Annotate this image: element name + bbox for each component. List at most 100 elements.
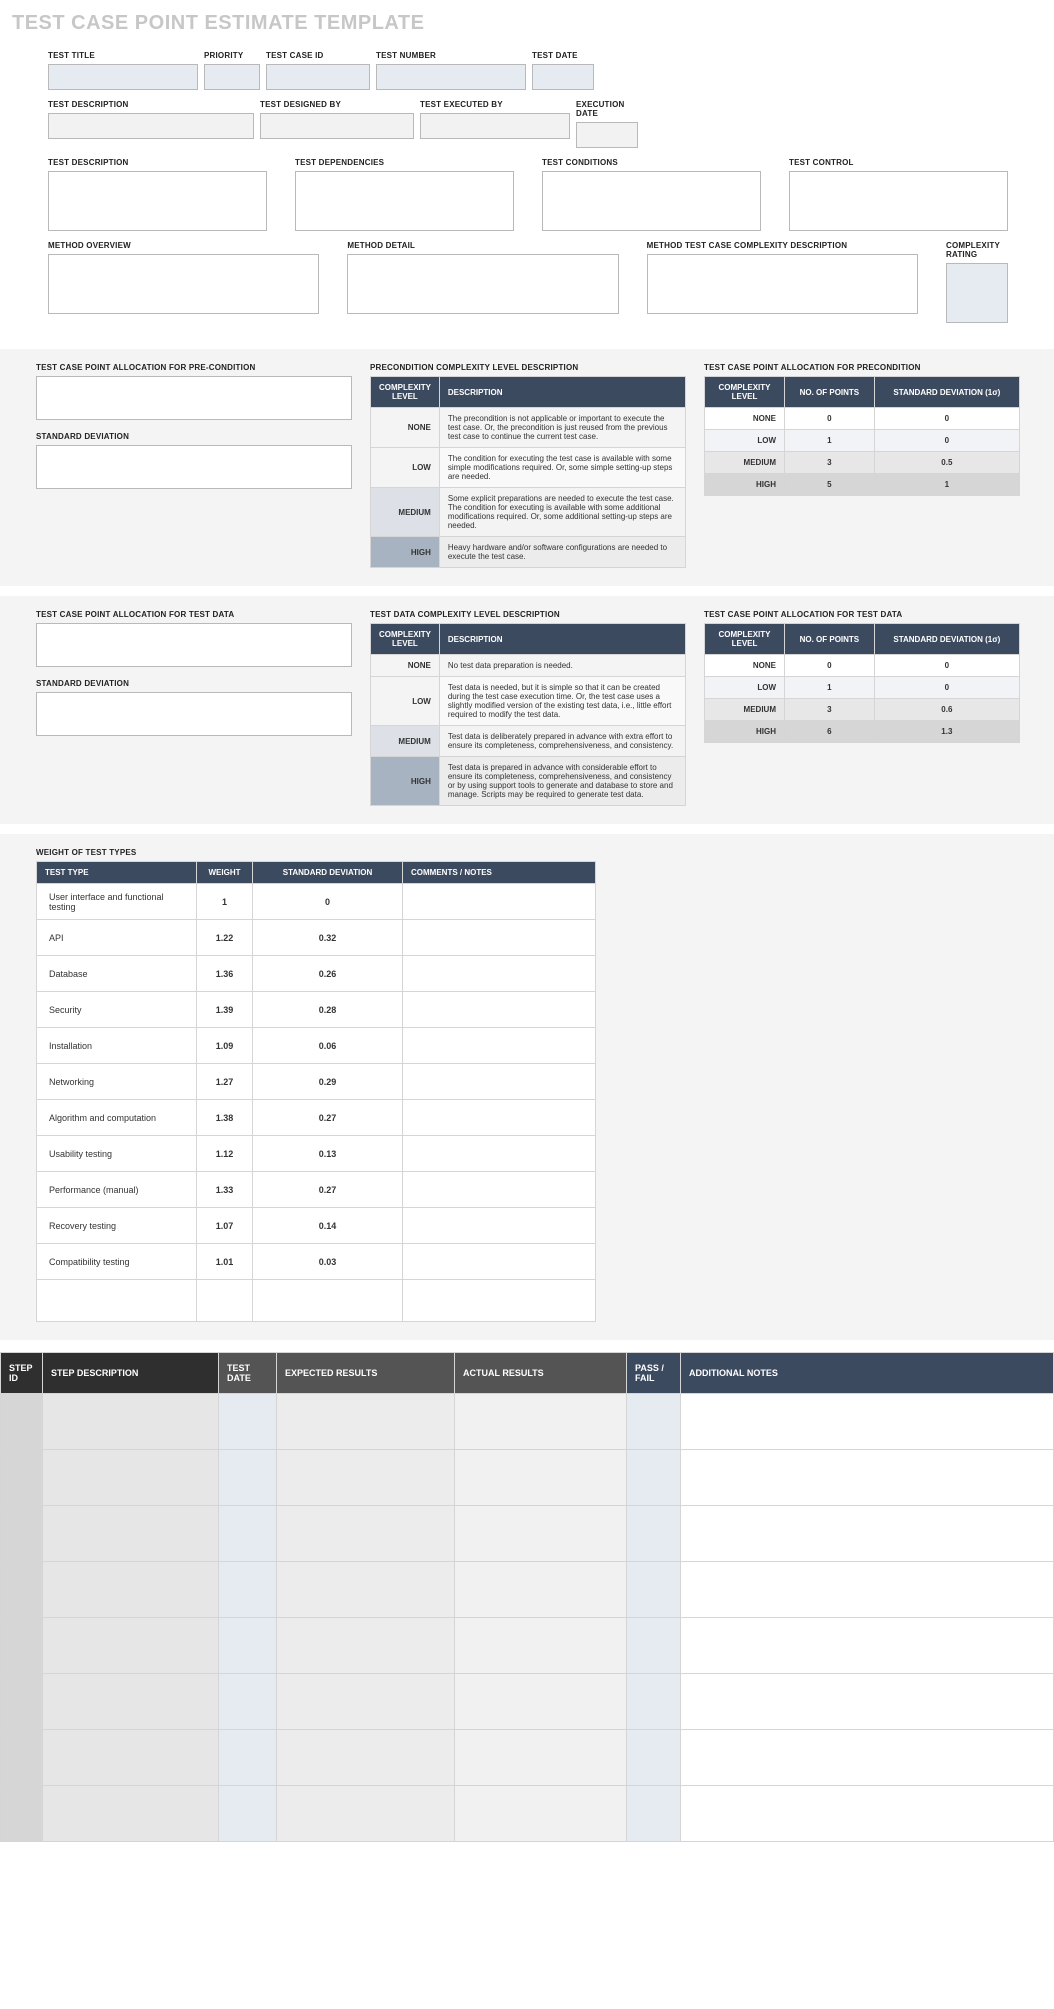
step-sdesc[interactable] [43,1618,219,1674]
step-sid[interactable] [1,1674,43,1730]
step-exp[interactable] [277,1786,455,1842]
step-sid[interactable] [1,1618,43,1674]
weight-comment[interactable] [403,920,596,956]
step-exp[interactable] [277,1562,455,1618]
step-sid[interactable] [1,1394,43,1450]
step-sid[interactable] [1,1450,43,1506]
step-exp[interactable] [277,1506,455,1562]
step-tdate[interactable] [219,1562,277,1618]
step-sid[interactable] [1,1506,43,1562]
step-tdate[interactable] [219,1618,277,1674]
step-pf[interactable] [627,1506,681,1562]
step-exp[interactable] [277,1674,455,1730]
step-tdate[interactable] [219,1506,277,1562]
r4-input-2[interactable] [647,254,918,314]
weight-comment[interactable] [403,992,596,1028]
step-exp[interactable] [277,1450,455,1506]
td-desc-title: TEST DATA COMPLEXITY LEVEL DESCRIPTION [370,610,686,619]
step-tdate[interactable] [219,1786,277,1842]
step-act[interactable] [455,1506,627,1562]
hdr1-input-2[interactable] [266,64,370,90]
r3-input-2[interactable] [542,171,761,231]
r4-input-3[interactable] [946,263,1008,323]
hdr2-input-0[interactable] [48,113,254,139]
hdr1-input-4[interactable] [532,64,594,90]
pre-stddev-input[interactable] [36,445,352,489]
step-act[interactable] [455,1450,627,1506]
step-notes[interactable] [681,1506,1054,1562]
r3-input-0[interactable] [48,171,267,231]
step-sid[interactable] [1,1786,43,1842]
hdr1-input-3[interactable] [376,64,526,90]
hdr2-input-1[interactable] [260,113,414,139]
step-pf[interactable] [627,1618,681,1674]
weight-comment[interactable] [403,1280,596,1322]
weight-comment[interactable] [403,1136,596,1172]
step-sdesc[interactable] [43,1786,219,1842]
step-notes[interactable] [681,1618,1054,1674]
step-tdate[interactable] [219,1730,277,1786]
step-act[interactable] [455,1394,627,1450]
step-pf[interactable] [627,1786,681,1842]
hdr2-label-2: TEST EXECUTED BY [420,100,570,109]
weight-comment[interactable] [403,884,596,920]
pre-alloc-input[interactable] [36,376,352,420]
r4-input-1[interactable] [347,254,618,314]
weight-comment[interactable] [403,1100,596,1136]
td-alloc-input[interactable] [36,623,352,667]
r4-input-0[interactable] [48,254,319,314]
step-pf[interactable] [627,1674,681,1730]
step-sdesc[interactable] [43,1562,219,1618]
step-sid[interactable] [1,1562,43,1618]
r3-label-1: TEST DEPENDENCIES [295,158,514,167]
step-notes[interactable] [681,1394,1054,1450]
weight-comment[interactable] [403,956,596,992]
step-act[interactable] [455,1730,627,1786]
step-act[interactable] [455,1618,627,1674]
step-sdesc[interactable] [43,1450,219,1506]
pre-desc-table: COMPLEXITY LEVEL DESCRIPTION NONEThe pre… [370,376,686,568]
weight-comment[interactable] [403,1028,596,1064]
hdr1-label-1: PRIORITY [204,51,260,60]
step-pf[interactable] [627,1394,681,1450]
weight-comment[interactable] [403,1064,596,1100]
step-sdesc[interactable] [43,1730,219,1786]
step-sdesc[interactable] [43,1674,219,1730]
step-pf[interactable] [627,1562,681,1618]
hdr1-input-0[interactable] [48,64,198,90]
weight-comment[interactable] [403,1244,596,1280]
step-sid[interactable] [1,1730,43,1786]
hdr2-input-3[interactable] [576,122,638,148]
step-notes[interactable] [681,1730,1054,1786]
step-tdate[interactable] [219,1674,277,1730]
step-pf[interactable] [627,1730,681,1786]
step-tdate[interactable] [219,1394,277,1450]
r3-input-1[interactable] [295,171,514,231]
step-notes[interactable] [681,1674,1054,1730]
step-sdesc[interactable] [43,1394,219,1450]
step-notes[interactable] [681,1562,1054,1618]
r3-label-2: TEST CONDITIONS [542,158,761,167]
hdr2-label-3: EXECUTION DATE [576,100,638,118]
step-exp[interactable] [277,1394,455,1450]
weight-comment[interactable] [403,1172,596,1208]
hdr2-input-2[interactable] [420,113,570,139]
weight-comment[interactable] [403,1208,596,1244]
hdr1-input-1[interactable] [204,64,260,90]
td-alloc-table: COMPLEXITY LEVEL NO. OF POINTS STANDARD … [704,623,1020,743]
step-act[interactable] [455,1786,627,1842]
steps-table: STEP ID STEP DESCRIPTION TEST DATE EXPEC… [0,1352,1054,1842]
step-act[interactable] [455,1674,627,1730]
td-stddev-input[interactable] [36,692,352,736]
r3-input-3[interactable] [789,171,1008,231]
step-act[interactable] [455,1562,627,1618]
step-exp[interactable] [277,1618,455,1674]
step-exp[interactable] [277,1730,455,1786]
pre-alloc-title: TEST CASE POINT ALLOCATION FOR PRECONDIT… [704,363,1020,372]
step-notes[interactable] [681,1450,1054,1506]
step-tdate[interactable] [219,1450,277,1506]
step-notes[interactable] [681,1786,1054,1842]
step-sdesc[interactable] [43,1506,219,1562]
step-pf[interactable] [627,1450,681,1506]
weights-section: WEIGHT OF TEST TYPES TEST TYPE WEIGHT ST… [0,834,1054,1340]
